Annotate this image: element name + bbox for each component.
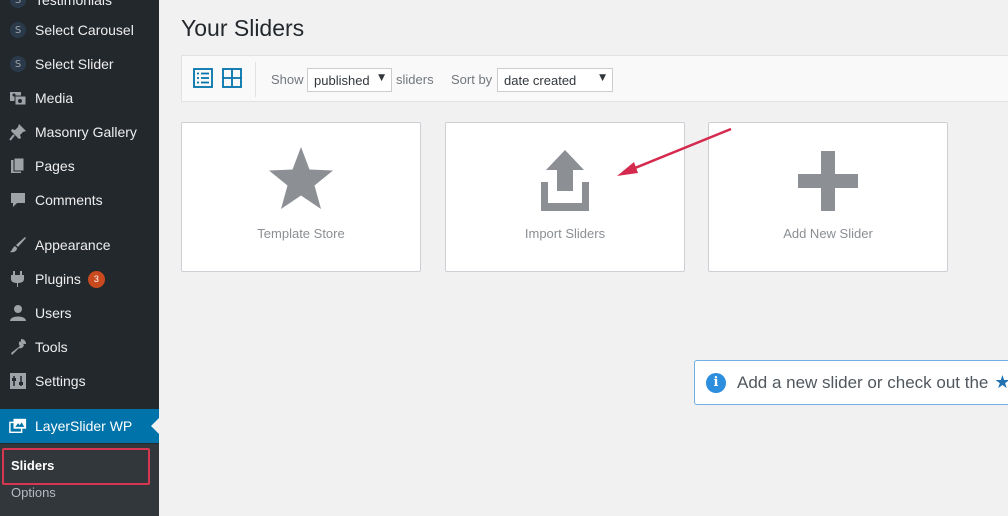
comments-icon	[9, 191, 27, 209]
submenu-item-options[interactable]: Options	[11, 485, 56, 500]
chevron-down-icon: ▼	[599, 73, 606, 83]
users-icon	[9, 304, 27, 322]
tools-icon	[9, 338, 27, 356]
card-label: Add New Slider	[783, 226, 873, 241]
admin-sidebar: S Testimonials S Select Carousel S Selec…	[0, 0, 159, 516]
import-sliders-card[interactable]: Import Sliders	[445, 122, 685, 272]
media-icon	[9, 89, 27, 107]
sidebar-item-pages[interactable]: Pages	[0, 149, 159, 183]
template-store-card[interactable]: Template Store	[181, 122, 421, 272]
sort-by-select[interactable]: date created ▼	[497, 68, 613, 92]
sliders-label: sliders	[396, 72, 434, 87]
list-view-icon[interactable]	[193, 68, 213, 88]
s-letter-icon: S	[9, 0, 27, 9]
sidebar-item-appearance[interactable]: Appearance	[0, 228, 159, 262]
sidebar-item-layerslider[interactable]: LayerSlider WP	[0, 409, 159, 443]
sidebar-item-label: Users	[35, 305, 72, 321]
status-filter-value: published	[314, 72, 370, 88]
sidebar-item-settings[interactable]: Settings	[0, 364, 159, 398]
sidebar-item-label: Tools	[35, 339, 68, 355]
show-label: Show	[271, 72, 304, 87]
sidebar-item-label: Appearance	[35, 237, 111, 253]
sidebar-item-select-carousel[interactable]: S Select Carousel	[0, 13, 159, 47]
sidebar-item-users[interactable]: Users	[0, 296, 159, 330]
sidebar-item-label: Pages	[35, 158, 75, 174]
grid-view-icon[interactable]	[222, 68, 242, 88]
sidebar-item-label: Masonry Gallery	[35, 124, 137, 140]
main-content: Your Sliders Show published ▼ sliders So…	[159, 0, 1008, 516]
s-letter-icon: S	[9, 55, 27, 73]
sidebar-item-label: Select Slider	[35, 56, 114, 72]
sidebar-item-label: Settings	[35, 373, 86, 389]
info-notice: i Add a new slider or check out the ★	[694, 360, 1008, 405]
star-icon	[266, 145, 336, 220]
add-new-slider-card[interactable]: Add New Slider	[708, 122, 948, 272]
settings-icon	[9, 372, 27, 390]
appearance-icon	[9, 236, 27, 254]
card-label: Template Store	[257, 226, 345, 241]
layerslider-icon	[9, 417, 27, 435]
sidebar-item-label: Comments	[35, 192, 103, 208]
toolbar-divider	[255, 62, 256, 97]
notice-text: Add a new slider or check out the	[737, 372, 989, 392]
sidebar-item-label: LayerSlider WP	[35, 418, 133, 434]
plugins-update-badge: 3	[87, 270, 105, 288]
plus-icon	[798, 151, 858, 216]
s-letter-icon: S	[9, 21, 27, 39]
sidebar-item-comments[interactable]: Comments	[0, 183, 159, 217]
chevron-down-icon: ▼	[378, 73, 385, 83]
star-icon[interactable]: ★	[994, 372, 1008, 393]
sidebar-item-label: Plugins	[35, 271, 81, 287]
sliders-toolbar: Show published ▼ sliders Sort by date cr…	[181, 55, 1008, 102]
sidebar-item-masonry-gallery[interactable]: Masonry Gallery	[0, 115, 159, 149]
sidebar-item-label: Testimonials	[35, 0, 113, 8]
pages-icon	[9, 157, 27, 175]
sidebar-item-label: Select Carousel	[35, 22, 134, 38]
sidebar-item-label: Media	[35, 90, 74, 106]
current-menu-arrow	[151, 418, 159, 434]
pin-icon	[9, 123, 27, 141]
sidebar-item-tools[interactable]: Tools	[0, 330, 159, 364]
page-title: Your Sliders	[181, 15, 305, 41]
sidebar-item-select-slider[interactable]: S Select Slider	[0, 47, 159, 81]
sliders-highlight-annotation	[2, 448, 150, 485]
upload-icon	[540, 149, 590, 218]
plugins-icon	[9, 270, 27, 288]
card-label: Import Sliders	[524, 226, 606, 241]
info-icon: i	[706, 372, 726, 393]
sidebar-item-plugins[interactable]: Plugins 3	[0, 262, 159, 296]
sort-by-label: Sort by	[451, 72, 493, 87]
sort-by-value: date created	[504, 72, 577, 88]
status-filter-select[interactable]: published ▼	[307, 68, 392, 92]
sidebar-item-media[interactable]: Media	[0, 81, 159, 115]
